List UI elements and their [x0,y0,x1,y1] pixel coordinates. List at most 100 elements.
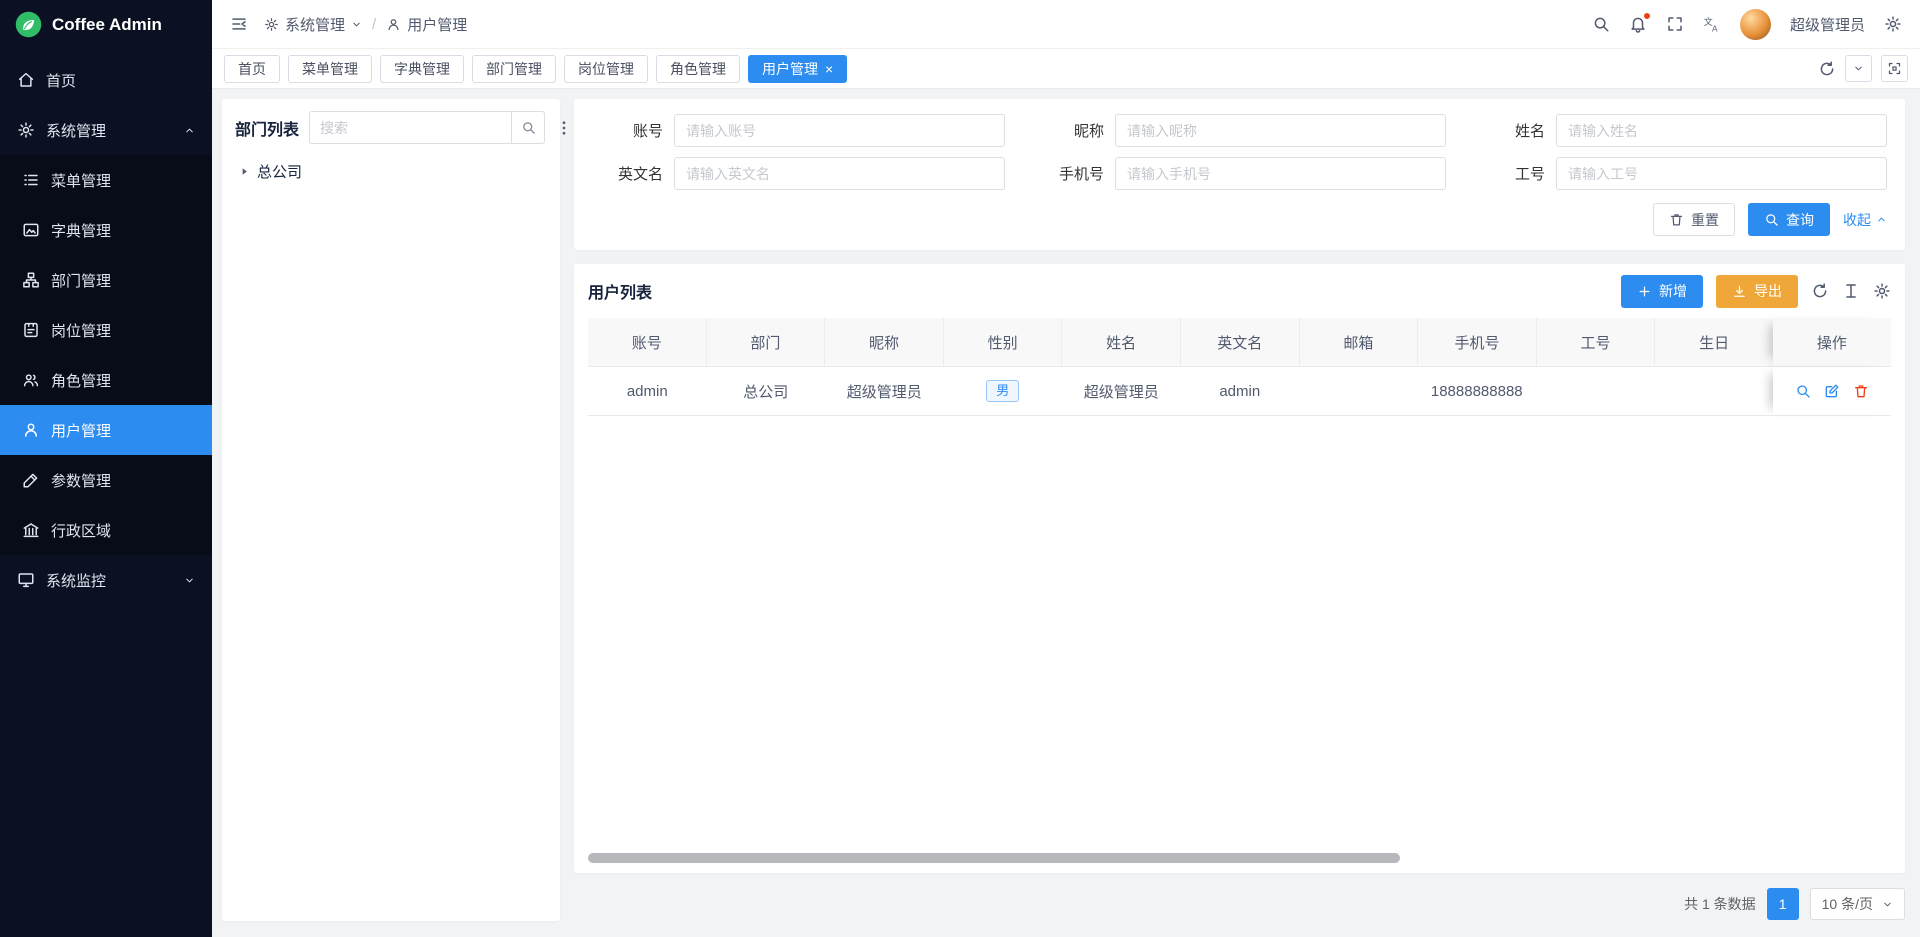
nickname-input[interactable] [1115,114,1446,147]
sidebar-item-label: 系统监控 [46,570,173,591]
tab-label: 首页 [238,59,266,79]
department-more-button[interactable] [555,119,573,137]
name-input[interactable] [1556,114,1887,147]
translate-icon: 文A [1703,15,1721,33]
field-label: 工号 [1474,163,1556,184]
column-header-phone: 手机号 [1418,318,1537,366]
tree-expand-icon[interactable] [239,166,250,177]
settings-button[interactable] [1884,15,1902,33]
delete-row-button[interactable] [1853,383,1869,399]
sidebar-collapse-button[interactable] [230,15,248,33]
tab-dict-mgmt[interactable]: 字典管理 [380,55,464,83]
gear-icon [17,121,35,139]
sidebar-item-dict-mgmt[interactable]: 字典管理 [0,205,212,255]
tab-dept-mgmt[interactable]: 部门管理 [472,55,556,83]
table-density-button[interactable] [1842,282,1860,300]
sidebar-item-home[interactable]: 首页 [0,55,212,105]
column-header-workno: 工号 [1537,318,1656,366]
menu-fold-icon [230,15,248,33]
close-icon[interactable]: × [825,62,833,76]
field-label: 手机号 [1033,163,1115,184]
phone-input[interactable] [1115,157,1446,190]
person-icon [22,421,40,439]
department-search-input[interactable] [309,111,511,144]
tab-home[interactable]: 首页 [224,55,280,83]
user-list-card: 用户列表 新增 导出 [574,264,1905,873]
sidebar-item-system[interactable]: 系统管理 [0,105,212,155]
app-root: Coffee Admin 首页 系统管理 菜单管理 字典管理 [0,0,1920,937]
refresh-table-button[interactable] [1811,282,1829,300]
current-user-name[interactable]: 超级管理员 [1790,14,1865,35]
sidebar-item-menu-mgmt[interactable]: 菜单管理 [0,155,212,205]
sidebar: Coffee Admin 首页 系统管理 菜单管理 字典管理 [0,0,212,937]
fullscreen-button[interactable] [1666,15,1684,33]
main-area: 系统管理 / 用户管理 [212,0,1920,937]
tab-label: 用户管理 [762,59,818,79]
header-actions: 文A 超级管理员 [1592,9,1902,40]
pagination: 共 1 条数据 1 10 条/页 [574,887,1905,921]
export-button[interactable]: 导出 [1716,275,1798,308]
chevron-down-icon [184,575,195,586]
english-name-input[interactable] [674,157,1005,190]
org-tree-icon [22,271,40,289]
sidebar-item-user-mgmt[interactable]: 用户管理 [0,405,212,455]
add-user-button[interactable]: 新增 [1621,275,1703,308]
column-header-email: 邮箱 [1300,318,1419,366]
tab-actions-dropdown[interactable] [1845,55,1872,82]
collapse-filter-button[interactable]: 收起 [1843,210,1887,230]
breadcrumb-label: 系统管理 [285,14,345,35]
sidebar-item-post-mgmt[interactable]: 岗位管理 [0,305,212,355]
content-fullscreen-button[interactable] [1881,55,1908,82]
search-button-label: 查询 [1786,210,1814,230]
cell-email [1299,367,1418,415]
filter-card: 账号 昵称 姓名 英文名 [574,99,1905,250]
tab-role-mgmt[interactable]: 角色管理 [656,55,740,83]
tab-post-mgmt[interactable]: 岗位管理 [564,55,648,83]
bank-icon [22,521,40,539]
trash-icon [1669,212,1684,227]
cell-gender: 男 [944,367,1063,415]
reset-button[interactable]: 重置 [1653,203,1735,236]
search-icon [1592,15,1610,33]
sidebar-item-region[interactable]: 行政区域 [0,505,212,555]
tab-label: 角色管理 [670,59,726,79]
account-input[interactable] [674,114,1005,147]
chevron-down-icon [351,19,362,30]
view-row-button[interactable] [1795,383,1811,399]
sidebar-item-monitor[interactable]: 系统监控 [0,555,212,605]
sidebar-item-label: 部门管理 [51,270,195,291]
edit-row-button[interactable] [1824,383,1840,399]
field-workno: 工号 [1474,157,1887,190]
people-icon [22,371,40,389]
sidebar-item-dept-mgmt[interactable]: 部门管理 [0,255,212,305]
sidebar-item-label: 行政区域 [51,520,195,541]
field-label: 姓名 [1474,120,1556,141]
cell-dept: 总公司 [707,367,826,415]
horizontal-scrollbar[interactable] [588,853,1400,863]
notification-button[interactable] [1629,15,1647,33]
sidebar-item-param-mgmt[interactable]: 参数管理 [0,455,212,505]
app-logo[interactable]: Coffee Admin [0,0,212,49]
sidebar-item-label: 菜单管理 [51,170,195,191]
cell-birthday [1655,367,1774,415]
breadcrumb-separator: / [372,16,376,33]
search-button[interactable] [1592,15,1610,33]
department-search-button[interactable] [511,111,545,144]
breadcrumb-system[interactable]: 系统管理 [264,14,362,35]
tab-menu-mgmt[interactable]: 菜单管理 [288,55,372,83]
tab-bar: 首页 菜单管理 字典管理 部门管理 岗位管理 角色管理 用户管理 × [212,49,1920,89]
person-icon [386,17,401,32]
page-size-select[interactable]: 10 条/页 [1810,888,1905,920]
breadcrumb-user-mgmt[interactable]: 用户管理 [386,14,467,35]
tree-node-root[interactable]: 总公司 [235,156,547,187]
field-phone: 手机号 [1033,157,1446,190]
tab-user-mgmt[interactable]: 用户管理 × [748,55,847,83]
sidebar-item-role-mgmt[interactable]: 角色管理 [0,355,212,405]
workno-input[interactable] [1556,157,1887,190]
language-button[interactable]: 文A [1703,15,1721,33]
avatar[interactable] [1740,9,1771,40]
search-submit-button[interactable]: 查询 [1748,203,1830,236]
refresh-tab-button[interactable] [1818,60,1836,78]
page-1-button[interactable]: 1 [1767,888,1799,920]
table-settings-button[interactable] [1873,282,1891,300]
